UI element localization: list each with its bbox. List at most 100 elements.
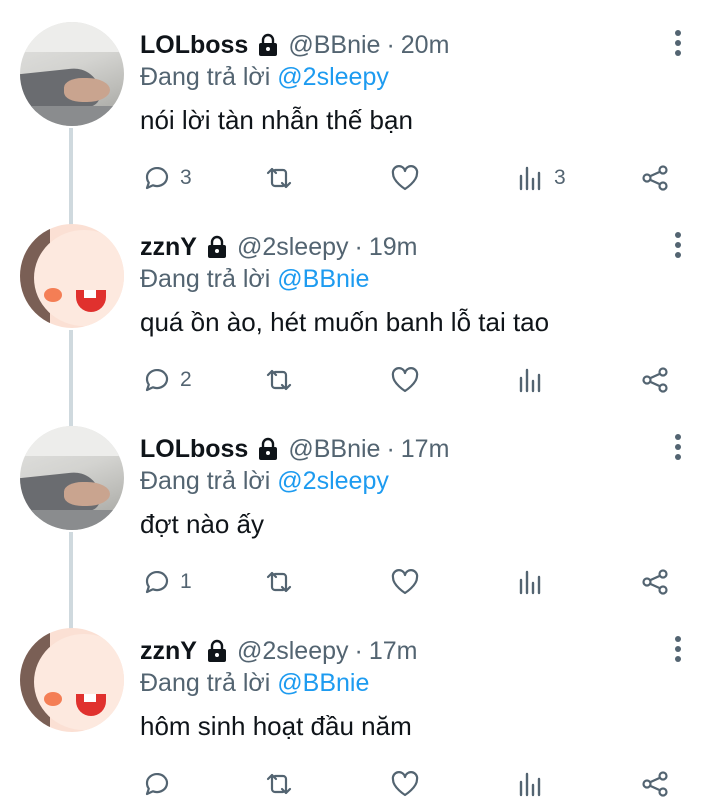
display-name[interactable]: zznY [140,230,197,264]
avatar[interactable] [20,22,124,126]
heart-icon [391,165,419,191]
lock-icon [207,639,226,662]
like-button[interactable] [390,158,428,198]
retweet-icon [266,369,292,391]
avatar[interactable] [20,224,124,328]
separator-dot: · [354,637,363,665]
reply-bubble-icon [145,166,169,190]
replying-to: Đang trả lời @BBnie [140,666,369,700]
replying-to: Đang trả lời @BBnie [140,262,369,296]
tweet[interactable]: zznY @2sleepy · 19m Đang trả lời @BBnie … [0,202,720,404]
action-bar [0,764,720,804]
avatar[interactable] [20,426,124,530]
like-button[interactable] [390,764,428,804]
tweet-header: LOLboss @BBnie · 20m [140,28,449,62]
more-vertical-icon[interactable] [668,634,688,664]
separator-dot: · [386,31,395,59]
action-bar: 2 [0,360,720,400]
heart-icon [391,367,419,393]
share-button[interactable] [640,764,670,804]
user-handle[interactable]: @2sleepy [237,230,349,264]
tweet-header: LOLboss @BBnie · 17m [140,432,449,466]
tweet-text: đợt nào ấy [140,509,265,539]
tweet-header: zznY @2sleepy · 19m [140,230,417,264]
reply-count: 2 [180,368,192,391]
timestamp[interactable]: 17m [369,634,418,668]
separator-dot: · [386,435,395,463]
reply-button[interactable]: 1 [142,562,192,602]
views-button[interactable] [516,562,554,602]
replying-to: Đang trả lời @2sleepy [140,60,389,94]
reply-bubble-icon [145,570,169,594]
reply-count: 3 [180,166,192,189]
lock-icon [207,235,226,258]
views-button[interactable] [516,360,554,400]
tweet-text: quá ồn ào, hét muốn banh lỗ tai tao [140,307,550,337]
views-bar-chart-icon [519,166,541,191]
share-button[interactable] [640,158,670,198]
reply-bubble-icon [145,368,169,392]
action-bar: 1 [0,562,720,602]
share-button[interactable] [640,360,670,400]
separator-dot: · [354,233,363,261]
views-bar-chart-icon [519,368,541,393]
lock-icon [259,437,278,460]
action-bar: 3 3 [0,158,720,198]
tweet[interactable]: LOLboss @BBnie · 17m Đang trả lời @2slee… [0,404,720,606]
views-bar-chart-icon [519,772,541,797]
reply-button[interactable]: 3 [142,158,192,198]
tweet[interactable]: LOLboss @BBnie · 20m Đang trả lời @2slee… [0,0,720,202]
views-button[interactable]: 3 [516,158,566,198]
retweet-button[interactable] [264,562,302,602]
replying-to-label: Đang trả lời [140,467,271,495]
share-icon [642,367,668,393]
views-bar-chart-icon [519,570,541,595]
replying-to-handle[interactable]: @2sleepy [277,467,389,495]
heart-icon [391,569,419,595]
retweet-icon [266,773,292,795]
avatar[interactable] [20,628,124,732]
replying-to-handle[interactable]: @2sleepy [277,63,389,91]
like-button[interactable] [390,562,428,602]
reply-button[interactable] [142,764,180,804]
reply-count: 1 [180,570,192,593]
replying-to-handle[interactable]: @BBnie [277,265,369,293]
share-icon [642,165,668,191]
like-button[interactable] [390,360,428,400]
display-name[interactable]: zznY [140,634,197,668]
replying-to-label: Đang trả lời [140,63,271,91]
lock-icon [259,33,278,56]
retweet-icon [266,167,292,189]
reply-button[interactable]: 2 [142,360,192,400]
share-icon [642,569,668,595]
retweet-button[interactable] [264,360,302,400]
timestamp[interactable]: 20m [401,28,450,62]
display-name[interactable]: LOLboss [140,28,248,62]
user-handle[interactable]: @BBnie [288,28,380,62]
replying-to-label: Đang trả lời [140,265,271,293]
timestamp[interactable]: 19m [369,230,418,264]
retweet-button[interactable] [264,158,302,198]
share-button[interactable] [640,562,670,602]
retweet-icon [266,571,292,593]
more-vertical-icon[interactable] [668,230,688,260]
reply-bubble-icon [145,772,169,796]
view-count: 3 [554,166,566,189]
tweet-text: hôm sinh hoạt đầu năm [140,711,412,741]
replying-to-handle[interactable]: @BBnie [277,669,369,697]
share-icon [642,771,668,797]
tweet-text: nói lời tàn nhẫn thế bạn [140,105,413,135]
heart-icon [391,771,419,797]
timestamp[interactable]: 17m [401,432,450,466]
display-name[interactable]: LOLboss [140,432,248,466]
views-button[interactable] [516,764,554,804]
retweet-button[interactable] [264,764,302,804]
user-handle[interactable]: @2sleepy [237,634,349,668]
tweet-header: zznY @2sleepy · 17m [140,634,417,668]
more-vertical-icon[interactable] [668,432,688,462]
tweet[interactable]: zznY @2sleepy · 17m Đang trả lời @BBnie … [0,606,720,808]
replying-to: Đang trả lời @2sleepy [140,464,389,498]
replying-to-label: Đang trả lời [140,669,271,697]
user-handle[interactable]: @BBnie [288,432,380,466]
more-vertical-icon[interactable] [668,28,688,58]
